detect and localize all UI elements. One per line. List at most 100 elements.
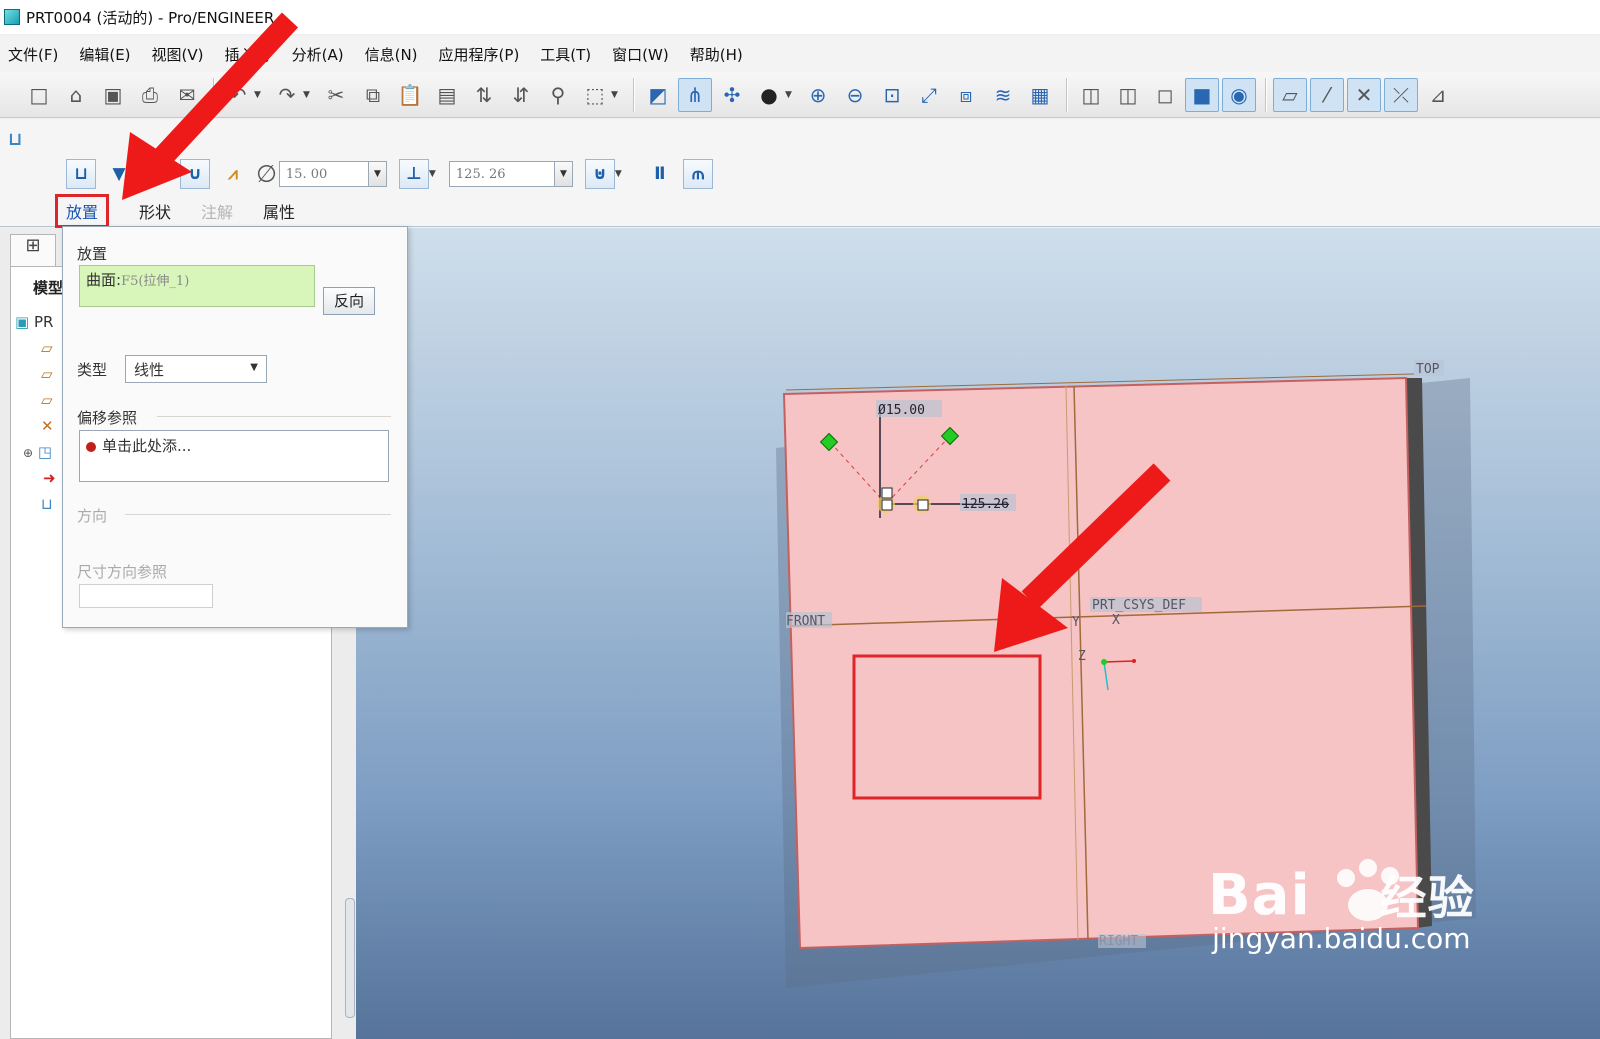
menu-edit[interactable]: 编辑(E)	[79, 44, 130, 65]
main-toolbar: □ ⌂ ▣ ⎙ ✉ ↶ ▼ ↷ ▼ ✂ ⧉ 📋 ▤ ⇅ ⇵ ⚲ ⬚ ▼ ◩ ⋔ ✣ ●…	[0, 72, 1600, 118]
reorient-icon[interactable]: ⤢	[912, 78, 946, 112]
placement-panel: 放置 曲面:F5(拉伸_1) 反向 类型 线性 ▼ 偏移参照 单击此处添... …	[62, 226, 408, 628]
menu-insert[interactable]: 插入(I)	[225, 44, 271, 65]
redo-dropdown-icon[interactable]: ▼	[303, 90, 313, 100]
depth-option-icon[interactable]: ⊥	[398, 159, 429, 189]
view-manager-icon[interactable]: ▦	[1023, 78, 1057, 112]
refit-icon[interactable]: ⊡	[875, 78, 909, 112]
dim-depth-text[interactable]: 125.26	[962, 497, 1009, 512]
undo-dropdown-icon[interactable]: ▼	[254, 90, 264, 100]
menu-file[interactable]: 文件(F)	[8, 44, 58, 65]
csys-icon: ✕	[41, 417, 54, 435]
diameter-value: 15. 00	[285, 166, 328, 182]
tab-placement[interactable]: 放置	[55, 194, 110, 228]
preview-icon[interactable]: ⫙	[682, 159, 713, 189]
menu-info[interactable]: 信息(N)	[365, 44, 418, 65]
cut-icon[interactable]: ✂	[319, 78, 353, 112]
pause-icon[interactable]: Ⅱ	[645, 159, 675, 189]
zoom-out-icon[interactable]: ⊖	[838, 78, 872, 112]
tab-note[interactable]: 注解	[201, 199, 233, 223]
print-icon[interactable]: ⎙	[133, 78, 167, 112]
tree-item-insert-here[interactable]: ➜	[43, 469, 56, 487]
tree-item-front-plane[interactable]: ▱	[41, 391, 53, 409]
simple-hole-icon[interactable]: ⊔	[66, 159, 96, 189]
send-icon[interactable]: ✉	[170, 78, 204, 112]
tree-item-right-plane[interactable]: ▱	[41, 339, 53, 357]
saved-views-icon[interactable]: ⧈	[949, 78, 983, 112]
menu-applications[interactable]: 应用程序(P)	[439, 44, 520, 65]
point-display-icon[interactable]: ✕	[1347, 77, 1381, 112]
tree-item-hole[interactable]: ⊔	[41, 495, 53, 513]
open-icon[interactable]: ⌂	[59, 78, 93, 112]
datum-plane-icon: ▱	[41, 391, 53, 409]
shading-icon[interactable]: ●	[752, 78, 786, 112]
dim-diameter-text[interactable]: Ø15.00	[878, 403, 925, 418]
tab-shape[interactable]: 形状	[139, 199, 171, 223]
zoom-in-icon[interactable]: ⊕	[801, 78, 835, 112]
shading-dropdown-icon[interactable]: ▼	[785, 90, 795, 100]
enhanced-realism-icon[interactable]: ◉	[1222, 77, 1256, 112]
hole-handle-top[interactable]	[881, 487, 893, 499]
annotation-display-icon[interactable]: ⊿	[1421, 78, 1455, 112]
datum-axes-icon[interactable]: ⁄	[1310, 77, 1344, 112]
dim-direction-field[interactable]	[79, 584, 213, 608]
depth-handle[interactable]	[917, 499, 929, 511]
menu-tools[interactable]: 工具(T)	[540, 44, 591, 65]
regenerate-icon[interactable]: ⇅	[467, 78, 501, 112]
sketch-display-icon[interactable]: ◩	[641, 78, 675, 112]
hole-dashboard: ⊔ ⊔ ▼ ⊔ ∪ ⩘ ∅ 15. 00 ▼ ⊥ ▼ 125. 26 ▼ ⊍ ▼…	[0, 119, 1600, 228]
front-plane-label: FRONT	[786, 614, 825, 629]
hole-handle[interactable]	[881, 499, 893, 511]
splitter-handle[interactable]	[345, 898, 355, 1018]
datum-point-icon[interactable]: ✣	[715, 78, 749, 112]
diameter-input[interactable]: 15. 00 ▼	[278, 161, 387, 187]
model-tree-tab[interactable]: ⊞	[10, 234, 56, 266]
diameter-dropdown-icon[interactable]: ▼	[367, 162, 386, 186]
wireframe-icon[interactable]: ◫	[1074, 78, 1108, 112]
csys-x-axis	[1103, 660, 1135, 663]
type-select[interactable]: 线性 ▼	[125, 355, 267, 383]
depth-dropdown-icon[interactable]: ▼	[553, 162, 572, 186]
layers-icon[interactable]: ≋	[986, 78, 1020, 112]
save-icon[interactable]: ▣	[96, 78, 130, 112]
sketched-hole-icon[interactable]: ∪	[180, 159, 210, 189]
paste-special-icon[interactable]: ▤	[430, 78, 464, 112]
placement-reference-field[interactable]: 曲面:F5(拉伸_1)	[79, 265, 315, 307]
find-icon[interactable]: ⚲	[541, 78, 575, 112]
menu-analysis[interactable]: 分析(A)	[292, 44, 344, 65]
datum-planes-icon[interactable]: ▱	[1273, 77, 1307, 112]
datum-axis-icon[interactable]: ⋔	[678, 77, 712, 112]
select-box-icon[interactable]: ⬚	[578, 78, 612, 112]
side2-dropdown-icon[interactable]: ▼	[615, 169, 625, 179]
hidden-line-icon[interactable]: ◫	[1111, 78, 1145, 112]
hole-profile-icon[interactable]: ⊔	[142, 159, 172, 189]
flip-button[interactable]: 反向	[323, 287, 375, 315]
new-icon[interactable]: □	[22, 78, 56, 112]
tree-item-csys[interactable]: ✕	[41, 417, 54, 435]
menu-window[interactable]: 窗口(W)	[612, 44, 669, 65]
select-dropdown-icon[interactable]: ▼	[611, 90, 621, 100]
no-hidden-icon[interactable]: ◻	[1148, 78, 1182, 112]
depth-option-dropdown-icon[interactable]: ▼	[429, 169, 439, 179]
regen-manager-icon[interactable]: ⇵	[504, 78, 538, 112]
standard-hole-icon[interactable]: ▼	[104, 159, 134, 189]
shaded-icon[interactable]: ■	[1185, 77, 1219, 112]
hole-icon: ⊔	[41, 495, 53, 513]
menu-help[interactable]: 帮助(H)	[690, 44, 743, 65]
tree-item-top-plane[interactable]: ▱	[41, 365, 53, 383]
offset-references-box[interactable]: 单击此处添...	[79, 430, 389, 482]
depth-side2-icon[interactable]: ⊍	[584, 159, 615, 189]
copy-icon[interactable]: ⧉	[356, 78, 390, 112]
expand-icon[interactable]: ⊕	[23, 446, 33, 460]
menu-view[interactable]: 视图(V)	[152, 44, 204, 65]
profile-sketch-icon[interactable]: ⩘	[218, 159, 248, 189]
tree-root[interactable]: ▣ PR	[15, 313, 53, 331]
redo-icon[interactable]: ↷	[270, 78, 304, 112]
csys-display-icon[interactable]: ⤫	[1384, 77, 1418, 112]
surface-ref: F5(拉伸_1)	[121, 274, 190, 289]
paste-icon[interactable]: 📋	[393, 78, 427, 112]
undo-icon[interactable]: ↶	[221, 78, 255, 112]
tab-properties[interactable]: 属性	[263, 199, 295, 223]
depth-input[interactable]: 125. 26 ▼	[448, 161, 573, 187]
tree-item-extrude[interactable]: ⊕ ◳	[23, 443, 52, 461]
